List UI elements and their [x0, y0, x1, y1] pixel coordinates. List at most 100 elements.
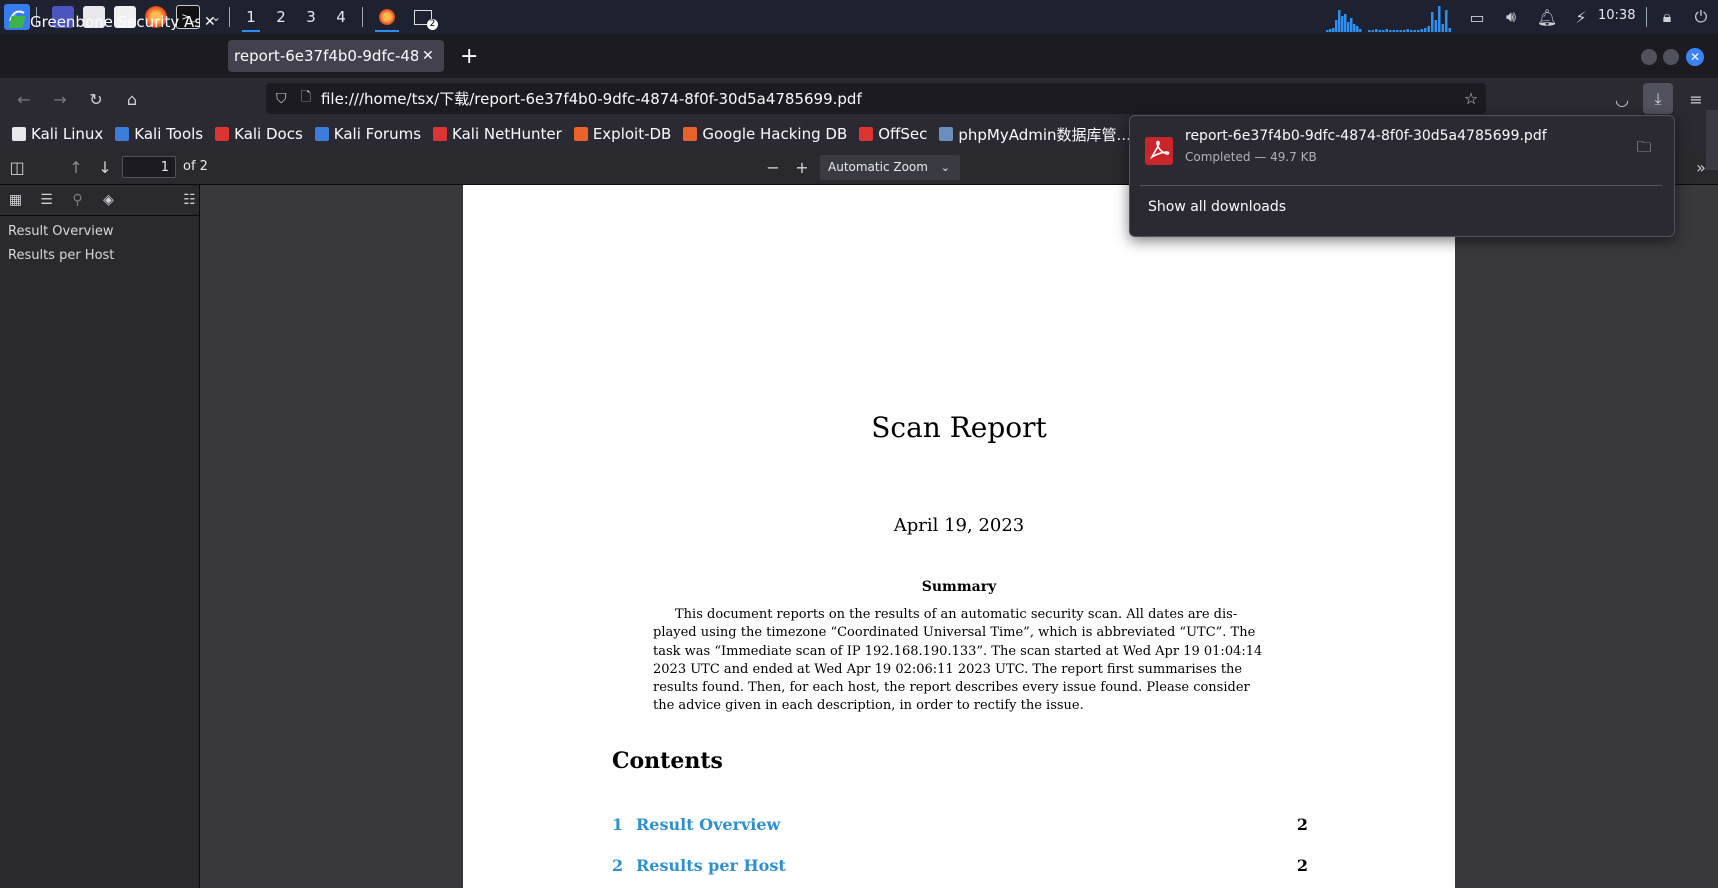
- close-window-button[interactable]: ✕: [1686, 48, 1704, 66]
- page-number-input[interactable]: 1: [122, 156, 176, 178]
- network-bar: [1356, 26, 1359, 32]
- forward-arrow-icon[interactable]: →: [48, 87, 72, 111]
- workspace-1[interactable]: 1: [236, 0, 266, 34]
- summary-line: played using the timezone “Coordinated U…: [653, 625, 1256, 641]
- power-manager-icon[interactable]: ⚡︎: [1570, 6, 1592, 28]
- notification-bell-icon[interactable]: 🔔︎: [1536, 6, 1558, 28]
- logout-icon[interactable]: ⏻: [1690, 6, 1712, 28]
- bookmark-item[interactable]: Exploit-DB: [573, 125, 672, 143]
- outline-item-result-overview[interactable]: Result Overview: [0, 220, 199, 244]
- summary-heading: Summary: [921, 579, 997, 595]
- summary-line: results found. Then, for each host, the …: [653, 680, 1250, 696]
- network-bar: [1392, 30, 1395, 32]
- bookmark-item[interactable]: Kali Tools: [115, 125, 203, 143]
- pocket-icon[interactable]: ◡: [1610, 87, 1634, 111]
- download-filename[interactable]: report-6e37f4b0-9dfc-4874-8f0f-30d5a4785…: [1185, 128, 1547, 144]
- back-arrow-icon[interactable]: ←: [12, 87, 36, 111]
- tab-greenbone[interactable]: Greenbone Security Assis ✕: [6, 6, 222, 38]
- attachments-icon[interactable]: ⚲: [68, 192, 87, 208]
- url-text[interactable]: file:///home/tsx/下载/report-6e37f4b0-9dfc…: [321, 88, 862, 109]
- reload-icon[interactable]: ↻: [84, 87, 108, 111]
- network-bar: [1417, 30, 1420, 32]
- outline-icon[interactable]: ☰: [37, 192, 56, 208]
- bookmark-item[interactable]: OffSec: [859, 125, 927, 143]
- bookmark-label: Kali NetHunter: [452, 125, 562, 143]
- workspace-4[interactable]: 4: [326, 0, 356, 34]
- network-bar: [1396, 30, 1399, 32]
- next-page-icon[interactable]: ↓: [94, 156, 116, 178]
- document-date: April 19, 2023: [893, 515, 1025, 536]
- layers-icon[interactable]: ◈: [99, 192, 118, 208]
- close-tab-icon[interactable]: ✕: [422, 48, 434, 64]
- bookmark-label: Kali Docs: [234, 125, 303, 143]
- network-bar: [1413, 30, 1416, 32]
- system-taskbar: >_ ⌄ 1 2 3 4 2: [0, 0, 1718, 34]
- previous-page-icon[interactable]: ↑: [65, 156, 87, 178]
- bookmark-label: Kali Linux: [31, 125, 104, 143]
- network-bar: [1410, 30, 1413, 32]
- home-icon[interactable]: ⌂: [120, 87, 144, 111]
- shield-icon[interactable]: ⛉: [276, 91, 287, 107]
- terminal-window-button[interactable]: 2: [405, 0, 441, 34]
- open-folder-icon[interactable]: 🗀︎: [1631, 136, 1657, 162]
- taskbar-separator: [362, 7, 363, 27]
- show-all-downloads-link[interactable]: Show all downloads: [1148, 199, 1286, 215]
- bookmark-item[interactable]: Kali Docs: [215, 125, 303, 143]
- network-bar: [1431, 12, 1434, 32]
- maximize-button[interactable]: [1663, 49, 1679, 65]
- thumbnails-icon[interactable]: ▦: [6, 192, 25, 208]
- zoom-value: Automatic Zoom: [828, 160, 928, 174]
- bookmark-favicon-icon: [573, 127, 588, 141]
- toc-title[interactable]: Results per Host: [636, 856, 786, 875]
- tab-label: Greenbone Security Assis: [30, 13, 200, 31]
- minimize-button[interactable]: [1641, 49, 1657, 65]
- sidebar-view-buttons: ▦ ☰ ⚲ ◈ ☷: [0, 185, 199, 216]
- clock[interactable]: 10:38: [1598, 8, 1635, 23]
- bookmark-item[interactable]: Kali Forums: [314, 125, 421, 143]
- outline-item-results-per-host[interactable]: Results per Host: [0, 244, 199, 268]
- downloads-panel: report-6e37f4b0-9dfc-4874-8f0f-30d5a4785…: [1129, 115, 1675, 237]
- scrollbar[interactable]: [1706, 110, 1718, 170]
- new-tab-button[interactable]: +: [460, 44, 478, 69]
- download-arrow-icon: ⤓: [1654, 88, 1662, 108]
- bookmark-label: Exploit-DB: [592, 125, 672, 143]
- workspace-3[interactable]: 3: [296, 0, 326, 34]
- network-bar: [1341, 16, 1344, 32]
- bookmark-label: phpMyAdmin数据库管...: [958, 125, 1131, 144]
- bookmark-item[interactable]: Kali Linux: [12, 125, 103, 143]
- bookmark-item[interactable]: Kali NetHunter: [433, 125, 562, 143]
- summary-line: task was “Immediate scan of IP 192.168.1…: [653, 643, 1263, 659]
- pdf-sidebar: ▦ ☰ ⚲ ◈ ☷ Result Overview Results per Ho…: [0, 185, 200, 888]
- close-tab-icon[interactable]: ✕: [204, 14, 216, 30]
- bookmark-item[interactable]: phpMyAdmin数据库管...: [939, 124, 1131, 145]
- lock-icon[interactable]: 🔒︎: [1656, 6, 1678, 28]
- network-bar: [1441, 24, 1444, 32]
- network-bar: [1438, 6, 1441, 32]
- zoom-select[interactable]: Automatic Zoom ⌄: [820, 155, 960, 180]
- display-icon[interactable]: ▭: [1466, 6, 1488, 28]
- bookmark-star-icon[interactable]: ☆: [1460, 87, 1482, 109]
- network-bar: [1344, 14, 1347, 32]
- downloads-button[interactable]: ⤓: [1643, 83, 1673, 114]
- workspace-2[interactable]: 2: [266, 0, 296, 34]
- zoom-out-icon[interactable]: −: [762, 156, 784, 178]
- hamburger-menu-icon[interactable]: ≡: [1684, 87, 1708, 111]
- network-bar: [1403, 30, 1406, 32]
- bookmark-favicon-icon: [314, 127, 329, 141]
- tab-report-pdf[interactable]: report-6e37f4b0-9dfc-4874 ✕: [228, 40, 444, 72]
- toc-entry-result-overview[interactable]: 1 Result Overview 2: [612, 815, 1308, 837]
- current-outline-item-icon[interactable]: ☷: [180, 192, 199, 208]
- network-bar: [1448, 28, 1451, 32]
- toc-entry-results-per-host[interactable]: 2 Results per Host 2: [612, 856, 1308, 878]
- bookmark-item[interactable]: Google Hacking DB: [683, 125, 847, 143]
- volume-icon[interactable]: 🔊︎: [1500, 6, 1522, 28]
- contents-heading: Contents: [612, 748, 723, 774]
- toc-title[interactable]: Result Overview: [636, 815, 780, 834]
- toc-number: 2: [612, 856, 624, 875]
- greenbone-icon: [8, 16, 26, 28]
- zoom-in-icon[interactable]: +: [791, 156, 813, 178]
- url-bar[interactable]: ⛉ 🗋 file:///home/tsx/下载/report-6e37f4b0-…: [266, 83, 1486, 114]
- tab-label: report-6e37f4b0-9dfc-4874: [234, 47, 418, 65]
- sidebar-toggle-icon[interactable]: ◫: [6, 156, 28, 178]
- firefox-window-button[interactable]: [369, 0, 405, 34]
